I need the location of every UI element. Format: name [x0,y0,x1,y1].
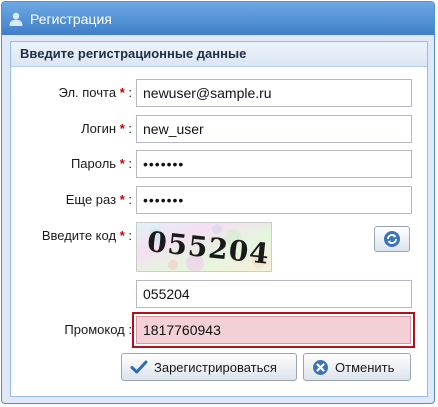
required-mark: * [119,192,125,207]
login-field[interactable] [136,115,412,143]
email-label: Эл. почта * : [58,85,132,100]
cancel-button[interactable]: Отменить [303,353,411,381]
title-bar: Регистрация [2,2,434,35]
window-title: Регистрация [30,10,112,27]
required-mark: * [119,85,125,100]
user-icon [9,12,23,26]
registration-window: Регистрация Введите регистрационные данн… [1,1,435,404]
cancel-button-label: Отменить [335,359,395,375]
refresh-icon [384,231,400,247]
captcha-input-row [11,280,427,308]
required-mark: * [119,228,125,243]
password-repeat-label: Еще раз * : [65,192,132,207]
panel-header: Введите регистрационные данные [11,42,427,67]
password-repeat-field[interactable] [136,186,412,214]
promo-label: Промокод : [64,322,132,337]
password-row: Пароль * : [11,150,427,178]
captcha-label: Введите код * : [41,228,132,243]
password-field[interactable] [136,150,412,178]
required-mark: * [119,156,125,171]
captcha-input[interactable] [136,280,412,308]
refresh-captcha-button[interactable] [374,226,410,252]
registration-form-panel: Введите регистрационные данные Эл. почта… [10,41,428,397]
checkmark-icon [130,360,148,374]
password-repeat-row: Еще раз * : [11,186,427,214]
captcha-row: Введите код * : 055204 [11,222,427,274]
register-button[interactable]: Зарегистрироваться [121,353,297,381]
button-row: Зарегистрироваться Отменить [11,353,427,381]
required-mark: * [119,121,125,136]
promo-highlight [132,312,415,348]
email-field[interactable] [136,79,412,107]
login-label: Логин * : [81,121,132,136]
promo-field[interactable] [136,316,411,344]
email-row: Эл. почта * : [11,79,427,107]
register-button-label: Зарегистрироваться [154,359,277,375]
captcha-image: 055204 [136,222,272,272]
cancel-icon [313,359,328,375]
promo-row: Промокод : [11,312,427,348]
login-row: Логин * : [11,115,427,143]
password-label: Пароль * : [70,156,132,171]
